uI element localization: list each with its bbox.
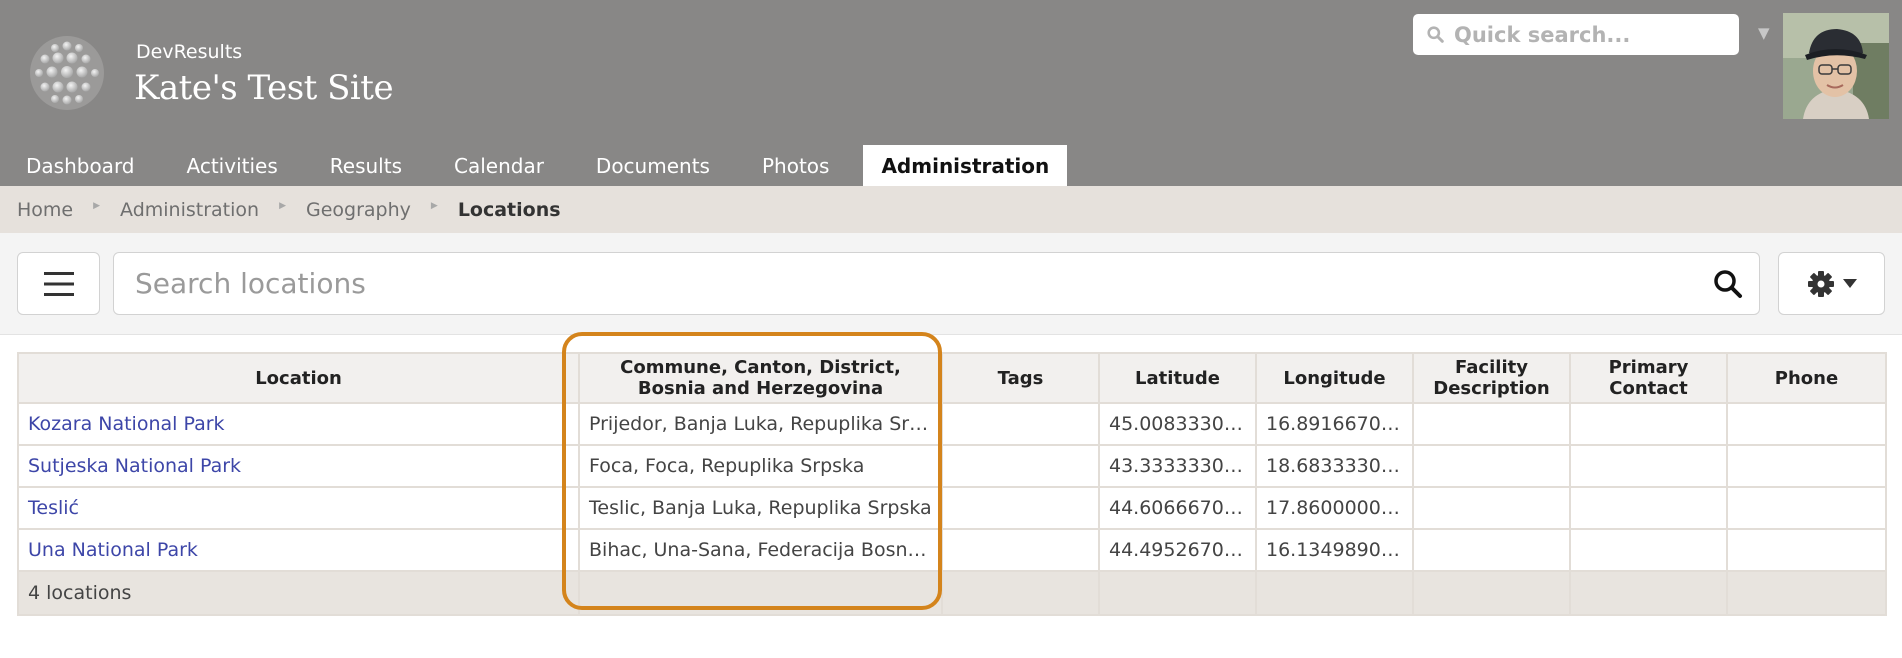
column-header-primary-contact[interactable]: Primary Contact (1569, 352, 1728, 404)
footer-cell (1726, 570, 1887, 616)
column-header-longitude[interactable]: Longitude (1255, 352, 1414, 404)
breadcrumb: Home ▶ Administration ▶ Geography ▶ Loca… (0, 186, 1902, 233)
column-header-latitude[interactable]: Latitude (1098, 352, 1257, 404)
quick-search-placeholder: Quick search... (1454, 22, 1631, 47)
nav-administration[interactable]: Administration (863, 145, 1068, 186)
table-row[interactable]: Teslić Teslic, Banja Luka, Repuplika Srp… (17, 486, 1887, 530)
footer-cell (578, 570, 943, 616)
brand-name: DevResults (136, 41, 243, 63)
location-cell[interactable]: Teslić (17, 486, 580, 530)
location-link[interactable]: Kozara National Park (28, 413, 225, 435)
site-title[interactable]: Kate's Test Site (134, 68, 394, 108)
primary-contact-cell (1569, 444, 1728, 488)
quick-search-input[interactable]: Quick search... (1413, 14, 1739, 55)
location-cell[interactable]: Una National Park (17, 528, 580, 572)
facility-description-cell (1412, 486, 1571, 530)
primary-contact-cell (1569, 402, 1728, 446)
tags-cell (941, 402, 1100, 446)
table-row[interactable]: Una National Park Bihac, Una-Sana, Feder… (17, 528, 1887, 572)
column-header-geography[interactable]: Commune, Canton, District, Bosnia and He… (578, 352, 943, 404)
menu-button[interactable] (17, 252, 100, 315)
user-avatar[interactable] (1783, 13, 1889, 119)
phone-cell (1726, 444, 1887, 488)
column-header-location[interactable]: Location (17, 352, 580, 404)
footer-cell (1098, 570, 1257, 616)
hamburger-icon (43, 271, 74, 296)
facility-description-cell (1412, 402, 1571, 446)
row-count: 4 locations (17, 570, 580, 616)
phone-cell (1726, 486, 1887, 530)
settings-button[interactable] (1778, 252, 1885, 315)
main-nav: Dashboard Activities Results Calendar Do… (0, 145, 1068, 186)
latitude-cell: 44.495267000 (1098, 528, 1257, 572)
search-icon[interactable] (1713, 269, 1743, 299)
nav-photos[interactable]: Photos (736, 145, 855, 186)
longitude-cell: 17.860000000 (1255, 486, 1414, 530)
locations-table: Location Commune, Canton, District, Bosn… (17, 352, 1887, 616)
table-row[interactable]: Kozara National Park Prijedor, Banja Luk… (17, 402, 1887, 446)
devresults-logo[interactable] (28, 34, 106, 112)
geography-cell: Bihac, Una-Sana, Federacija Bosna i Herc… (578, 528, 943, 572)
search-locations-placeholder: Search locations (135, 267, 366, 300)
footer-cell (941, 570, 1100, 616)
footer-cell (1412, 570, 1571, 616)
latitude-cell: 45.008333000 (1098, 402, 1257, 446)
tags-cell (941, 528, 1100, 572)
facility-description-cell (1412, 528, 1571, 572)
table-header-row: Location Commune, Canton, District, Bosn… (17, 352, 1887, 404)
breadcrumb-separator-icon: ▶ (279, 200, 286, 211)
geography-cell: Prijedor, Banja Luka, Repuplika Srpska (578, 402, 943, 446)
tags-cell (941, 444, 1100, 488)
location-link[interactable]: Teslić (28, 497, 79, 519)
breadcrumb-administration[interactable]: Administration (120, 199, 259, 221)
column-header-phone[interactable]: Phone (1726, 352, 1887, 404)
primary-contact-cell (1569, 486, 1728, 530)
longitude-cell: 16.891667000 (1255, 402, 1414, 446)
gear-icon (1807, 270, 1834, 297)
breadcrumb-geography[interactable]: Geography (306, 199, 411, 221)
nav-results[interactable]: Results (304, 145, 428, 186)
breadcrumb-separator-icon: ▶ (93, 200, 101, 211)
nav-activities[interactable]: Activities (161, 145, 304, 186)
nav-calendar[interactable]: Calendar (428, 145, 570, 186)
nav-dashboard[interactable]: Dashboard (0, 145, 161, 186)
longitude-cell: 18.683333000 (1255, 444, 1414, 488)
toolbar: Search locations (0, 233, 1902, 335)
primary-contact-cell (1569, 528, 1728, 572)
facility-description-cell (1412, 444, 1571, 488)
nav-documents[interactable]: Documents (570, 145, 736, 186)
location-cell[interactable]: Kozara National Park (17, 402, 580, 446)
latitude-cell: 44.606667000 (1098, 486, 1257, 530)
footer-cell (1569, 570, 1728, 616)
location-link[interactable]: Una National Park (28, 539, 198, 561)
geography-cell: Foca, Foca, Repuplika Srpska (578, 444, 943, 488)
latitude-cell: 43.333333000 (1098, 444, 1257, 488)
breadcrumb-current: Locations (457, 198, 561, 221)
breadcrumb-home[interactable]: Home (17, 199, 73, 221)
footer-cell (1255, 570, 1414, 616)
table-footer-row: 4 locations (17, 570, 1887, 616)
search-locations-input[interactable]: Search locations (113, 252, 1760, 315)
phone-cell (1726, 402, 1887, 446)
location-cell[interactable]: Sutjeska National Park (17, 444, 580, 488)
breadcrumb-separator-icon: ▶ (430, 200, 438, 211)
search-icon (1427, 26, 1444, 43)
caret-down-icon (1842, 279, 1857, 288)
column-header-facility-description[interactable]: Facility Description (1412, 352, 1571, 404)
table-row[interactable]: Sutjeska National Park Foca, Foca, Repup… (17, 444, 1887, 488)
tags-cell (941, 486, 1100, 530)
geography-cell: Teslic, Banja Luka, Repuplika Srpska (578, 486, 943, 530)
location-link[interactable]: Sutjeska National Park (28, 455, 241, 477)
longitude-cell: 16.134989000 (1255, 528, 1414, 572)
column-header-tags[interactable]: Tags (941, 352, 1100, 404)
phone-cell (1726, 528, 1887, 572)
site-header: DevResults Kate's Test Site Quick search… (0, 0, 1902, 186)
caret-down-icon[interactable]: ▼ (1758, 24, 1770, 42)
